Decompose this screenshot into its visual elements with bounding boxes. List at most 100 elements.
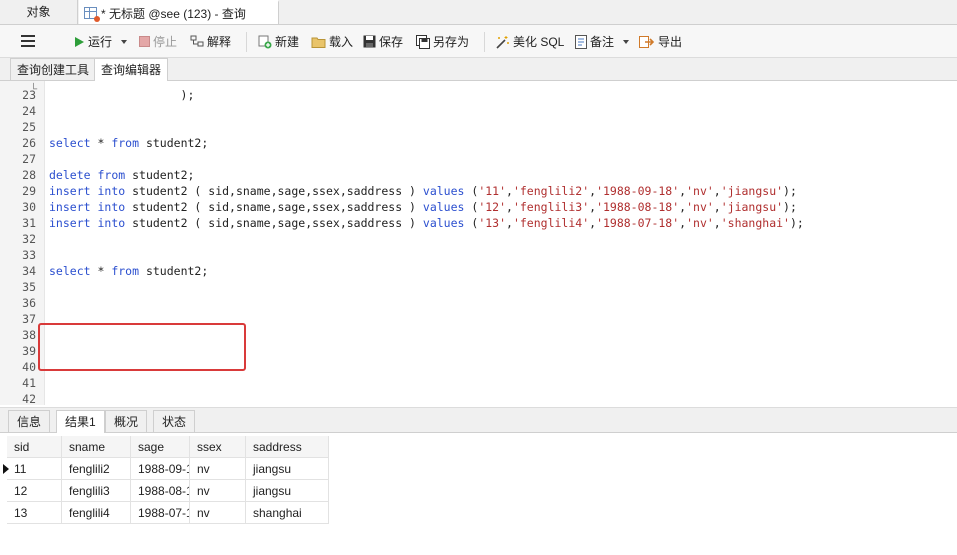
editor-mode-tabs: 查询创建工具 查询编辑器 <box>0 58 957 81</box>
explain-button[interactable]: 解释 <box>190 33 231 51</box>
code-line[interactable]: 41 <box>0 375 957 391</box>
code-line[interactable]: 28 delete from student2; <box>0 167 957 183</box>
beautify-icon <box>496 35 509 49</box>
toolbar-divider <box>484 32 485 52</box>
line-number: 27 <box>22 152 36 166</box>
code-line[interactable]: 25 <box>0 119 957 135</box>
code-text[interactable]: ); <box>49 87 195 103</box>
code-line[interactable]: 24 <box>0 103 957 119</box>
line-number: 28 <box>22 168 36 182</box>
column-header-ssex[interactable]: ssex <box>190 436 246 458</box>
document-tab-bar: 对象 * 无标题 @see (123) - 查询 <box>0 0 957 25</box>
grid-cell[interactable]: 13 <box>7 502 62 524</box>
tab-info[interactable]: 信息 <box>8 410 51 432</box>
code-line[interactable]: 26 select * from student2; <box>0 135 957 151</box>
column-header-sage[interactable]: sage <box>131 436 190 458</box>
grid-cell[interactable]: jiangsu <box>246 480 329 502</box>
code-line[interactable]: 34 select * from student2; <box>0 263 957 279</box>
fold-marker[interactable]: └ <box>30 84 37 95</box>
code-line[interactable]: 23 ); <box>0 87 957 103</box>
line-number: 25 <box>22 120 36 134</box>
line-number: 37 <box>22 312 36 326</box>
code-line[interactable]: 32 <box>0 231 957 247</box>
grid-cell[interactable]: jiangsu <box>246 458 329 480</box>
code-line[interactable]: 36 <box>0 295 957 311</box>
save-button[interactable]: 保存 <box>363 33 403 51</box>
line-number: 34 <box>22 264 36 278</box>
line-number: 40 <box>22 360 36 374</box>
code-text[interactable]: insert into student2 ( sid,sname,sage,ss… <box>49 183 797 199</box>
tab-query[interactable]: * 无标题 @see (123) - 查询 <box>79 0 279 24</box>
stop-label: 停止 <box>153 35 178 49</box>
code-line[interactable]: 30 insert into student2 ( sid,sname,sage,… <box>0 199 957 215</box>
column-header-saddress[interactable]: saddress <box>246 436 329 458</box>
dropdown-icon[interactable] <box>120 38 128 46</box>
stop-icon <box>139 36 150 48</box>
beautify-sql-button[interactable]: 美化 SQL <box>495 33 564 51</box>
line-number: 42 <box>22 392 36 405</box>
export-icon <box>639 35 655 48</box>
highlight-box <box>38 323 246 371</box>
column-header-sname[interactable]: sname <box>62 436 131 458</box>
code-text[interactable]: select * from student2; <box>49 263 208 279</box>
code-line[interactable]: 35 <box>0 279 957 295</box>
tab-query-label: * 无标题 @see (123) - 查询 <box>101 7 246 21</box>
grid-cell[interactable]: 1988-07-1 <box>131 502 190 524</box>
grid-cell[interactable]: nv <box>190 480 246 502</box>
line-number: 36 <box>22 296 36 310</box>
notes-label: 备注 <box>590 35 615 49</box>
run-button[interactable]: 运行 <box>73 33 131 51</box>
tab-query-builder[interactable]: 查询创建工具 <box>10 58 97 80</box>
tab-query-editor[interactable]: 查询编辑器 <box>94 58 169 81</box>
grid-cell[interactable]: 1988-09-1 <box>131 458 190 480</box>
line-number: 38 <box>22 328 36 342</box>
dropdown-icon[interactable] <box>622 38 630 46</box>
export-label: 导出 <box>658 35 683 49</box>
code-line[interactable]: 31 insert into student2 ( sid,sname,sage,… <box>0 215 957 231</box>
grid-cell[interactable]: fenglili2 <box>62 458 131 480</box>
line-number: 35 <box>22 280 36 294</box>
explain-label: 解释 <box>207 35 232 49</box>
line-number: 26 <box>22 136 36 150</box>
load-button[interactable]: 载入 <box>311 33 353 51</box>
notes-button[interactable]: 备注 <box>575 33 633 51</box>
grid-cell[interactable]: 11 <box>7 458 62 480</box>
code-text[interactable]: insert into student2 ( sid,sname,sage,ss… <box>49 215 804 231</box>
tab-profile[interactable]: 概况 <box>105 410 148 432</box>
run-icon <box>75 36 84 47</box>
grid-cell[interactable]: fenglili4 <box>62 502 131 524</box>
grid-cell[interactable]: nv <box>190 502 246 524</box>
menu-icon[interactable] <box>21 35 35 47</box>
code-line[interactable]: 42 <box>0 391 957 405</box>
new-button[interactable]: 新建 <box>258 33 299 51</box>
line-number: 41 <box>22 376 36 390</box>
code-line[interactable]: 29 insert into student2 ( sid,sname,sage,… <box>0 183 957 199</box>
grid-cell[interactable]: nv <box>190 458 246 480</box>
notes-icon <box>575 34 587 49</box>
line-number: 33 <box>22 248 36 262</box>
code-text[interactable]: delete from student2; <box>49 167 194 183</box>
export-button[interactable]: 导出 <box>639 33 682 51</box>
grid-cell[interactable]: fenglili3 <box>62 480 131 502</box>
tab-result1[interactable]: 结果1 <box>56 410 105 433</box>
code-text[interactable]: insert into student2 ( sid,sname,sage,ss… <box>49 199 797 215</box>
save-as-label: 另存为 <box>433 35 470 49</box>
new-icon <box>258 35 272 49</box>
tab-objects[interactable]: 对象 <box>0 0 78 24</box>
line-number: 32 <box>22 232 36 246</box>
toolbar-divider <box>246 32 247 52</box>
grid-cell[interactable]: 1988-08-1 <box>131 480 190 502</box>
code-line[interactable]: 27 <box>0 151 957 167</box>
save-as-button[interactable]: 另存为 <box>416 33 469 51</box>
tab-status[interactable]: 状态 <box>153 410 196 432</box>
result-tabs: 信息 结果1 概况 状态 <box>0 407 957 433</box>
grid-cell[interactable]: 12 <box>7 480 62 502</box>
sql-editor[interactable]: 23 ); 24 25 26 select * from student2; 27 28 de… <box>0 81 957 405</box>
column-header-sid[interactable]: sid <box>7 436 62 458</box>
grid-cell[interactable]: shanghai <box>246 502 329 524</box>
code-line[interactable]: 33 <box>0 247 957 263</box>
code-text[interactable]: select * from student2; <box>49 135 208 151</box>
load-label: 载入 <box>329 35 354 49</box>
beautify-label: 美化 SQL <box>513 35 565 49</box>
stop-button[interactable]: 停止 <box>139 33 177 51</box>
